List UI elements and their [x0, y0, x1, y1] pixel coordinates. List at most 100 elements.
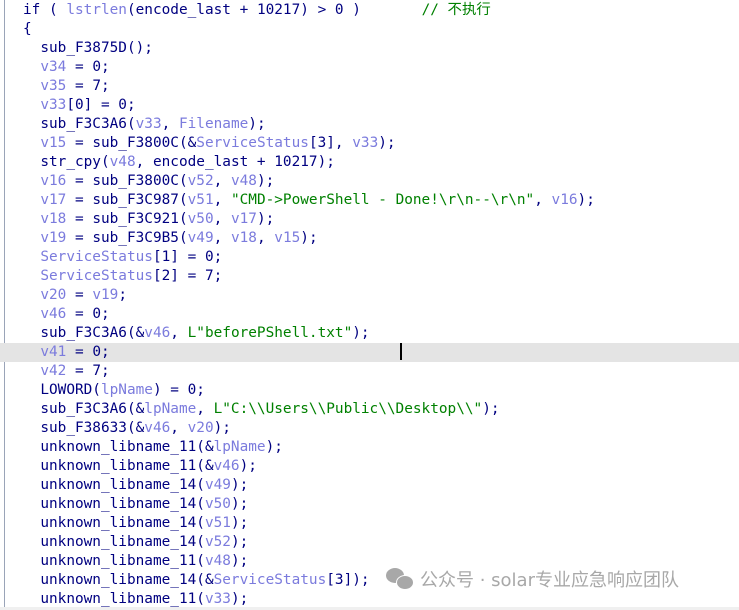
variable: v18 — [40, 211, 67, 227]
code-text: sub_F3C3A6(& — [23, 401, 145, 417]
code-text: [1] = 0; — [152, 249, 223, 265]
code-text: = 0; — [66, 59, 110, 75]
code-text: [0] = 0; — [66, 97, 136, 113]
variable: v46 — [40, 306, 67, 322]
code-text: = 0; — [66, 306, 110, 322]
code-line[interactable]: v19 = sub_F3C9B5(v49, v18, v15); — [0, 229, 739, 248]
code-text: , — [213, 211, 231, 227]
watermark-text: 公众号 · solar专业应急响应团队 — [420, 570, 679, 591]
code-line[interactable]: v46 = 0; — [0, 305, 739, 324]
code-text: unknown_libname_11(& — [23, 439, 214, 455]
string-literal: L"beforePShell.txt" — [187, 325, 353, 341]
code-line[interactable]: sub_F38633(&v46, v20); — [0, 419, 739, 438]
variable: v51 — [187, 192, 214, 208]
variable: v15 — [40, 135, 67, 151]
variable: v48 — [230, 173, 257, 189]
code-line[interactable]: unknown_libname_14(v52); — [0, 533, 739, 552]
code-line[interactable]: sub_F3C3A6(&lpName, L"C:\\Users\\Public\… — [0, 400, 739, 419]
code-line[interactable]: v15 = sub_F3800C(&ServiceStatus[3], v33)… — [0, 134, 739, 153]
code-line[interactable]: unknown_libname_11(&v46); — [0, 457, 739, 476]
code-text: ); — [577, 192, 595, 208]
variable: v17 — [230, 211, 257, 227]
watermark: 公众号 · solar专业应急响应团队 — [386, 566, 687, 592]
variable: v16 — [551, 192, 578, 208]
code-text: sub_F38633(& — [23, 420, 145, 436]
code-line[interactable]: v18 = sub_F3C921(v50, v17); — [0, 210, 739, 229]
code-line[interactable]: v16 = sub_F3800C(v52, v48); — [0, 172, 739, 191]
string-literal: L"C:\\Users\\Public\\Desktop\\" — [213, 401, 483, 417]
variable: v49 — [187, 230, 214, 246]
code-line[interactable]: unknown_libname_14(v49); — [0, 476, 739, 495]
code-text: { — [23, 21, 32, 37]
code-line[interactable]: sub_F3C3A6(&v46, L"beforePShell.txt"); — [0, 324, 739, 343]
code-text: ); — [352, 325, 370, 341]
code-text: = sub_F3800C( — [66, 173, 188, 189]
code-text: unknown_libname_14(& — [23, 572, 214, 588]
code-line[interactable]: if ( lstrlen(encode_last + 10217) > 0 ) … — [0, 1, 739, 20]
variable: v51 — [204, 515, 231, 531]
code-line[interactable]: unknown_libname_11(&lpName); — [0, 438, 739, 457]
code-line[interactable]: sub_F3875D(); — [0, 39, 739, 58]
code-text: , — [170, 325, 188, 341]
code-text: , — [256, 230, 275, 246]
code-line[interactable]: str_cpy(v48, encode_last + 10217); — [0, 153, 739, 172]
code-line[interactable]: v34 = 0; — [0, 58, 739, 77]
code-line[interactable]: v41 = 0; — [0, 343, 739, 362]
code-text: [3], — [308, 135, 353, 151]
variable: v33 — [40, 97, 67, 113]
variable: ServiceStatus — [40, 249, 153, 265]
code-text: sub_F3C3A6( — [23, 116, 136, 132]
code-text: ); — [239, 458, 257, 474]
code-view[interactable]: if ( lstrlen(encode_last + 10217) > 0 ) … — [0, 0, 739, 609]
code-line[interactable]: LOWORD(lpName) = 0; — [0, 381, 739, 400]
variable: v46 — [213, 458, 240, 474]
code-line[interactable]: sub_F3C3A6(v33, Filename); — [0, 115, 739, 134]
code-text: unknown_libname_11( — [23, 591, 205, 607]
code-line[interactable]: ServiceStatus[1] = 0; — [0, 248, 739, 267]
code-line[interactable]: v17 = sub_F3C987(v51, "CMD->PowerShell -… — [0, 191, 739, 210]
code-line[interactable]: { — [0, 20, 739, 39]
code-text: LOWORD( — [23, 382, 101, 398]
code-text: = 0; — [66, 344, 110, 360]
variable: v35 — [40, 78, 67, 94]
code-text: = sub_F3C921( — [66, 211, 188, 227]
code-line[interactable]: ServiceStatus[2] = 7; — [0, 267, 739, 286]
code-text: = 7; — [66, 78, 110, 94]
keyword: if ( — [23, 2, 67, 18]
code-text: unknown_libname_14( — [23, 515, 205, 531]
variable: v41 — [40, 344, 67, 360]
variable: v52 — [187, 173, 214, 189]
variable: v50 — [204, 496, 231, 512]
code-text: ); — [230, 591, 249, 607]
variable: v46 — [144, 325, 171, 341]
code-text: unknown_libname_14( — [23, 477, 205, 493]
variable: v48 — [109, 154, 136, 170]
code-text: , encode_last + 10217); — [135, 154, 335, 170]
code-line[interactable]: v33[0] = 0; — [0, 96, 739, 115]
variable: v52 — [204, 534, 231, 550]
variable: v49 — [204, 477, 231, 493]
code-text: [2] = 7; — [152, 268, 223, 284]
code-line[interactable]: v42 = 7; — [0, 362, 739, 381]
code-line[interactable]: unknown_libname_14(v50); — [0, 495, 739, 514]
variable: v46 — [144, 420, 171, 436]
code-text: , — [161, 116, 179, 132]
comment: // 不执行 — [421, 2, 491, 18]
code-line[interactable]: v35 = 7; — [0, 77, 739, 96]
variable: ServiceStatus — [40, 268, 153, 284]
variable: Filename — [178, 116, 249, 132]
code-line[interactable]: v20 = v19; — [0, 286, 739, 305]
pseudocode-editor[interactable]: if ( lstrlen(encode_last + 10217) > 0 ) … — [0, 0, 739, 610]
code-line[interactable]: unknown_libname_14(v51); — [0, 514, 739, 533]
code-text: ); — [230, 553, 249, 569]
code-text: ); — [230, 515, 249, 531]
